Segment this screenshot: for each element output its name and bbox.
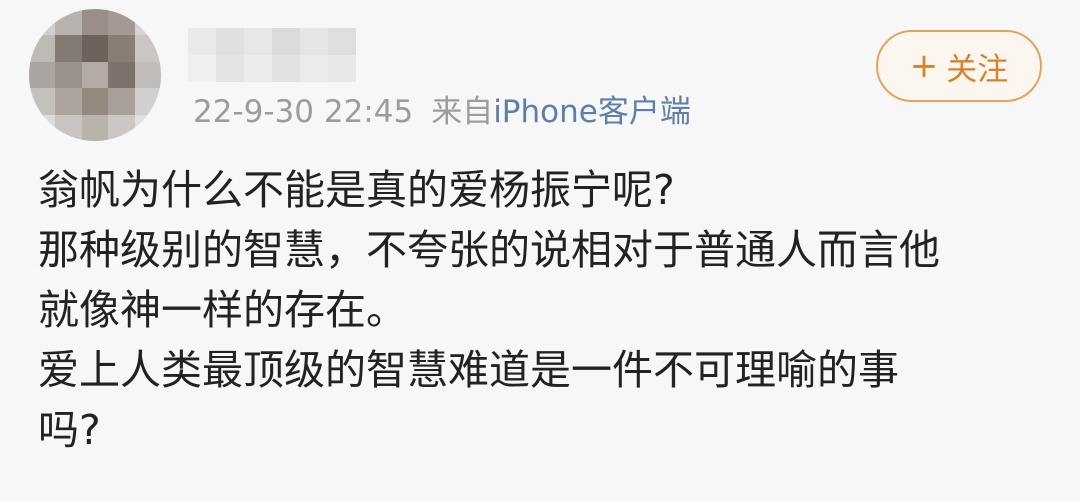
- content-line: 翁帆为什么不能是真的爱杨振宁呢?: [38, 166, 675, 214]
- plus-icon: +: [909, 46, 939, 86]
- source-prefix: 来自: [431, 94, 494, 130]
- content-line: 就像神一样的存在。: [38, 286, 407, 334]
- username-blurred[interactable]: [188, 28, 356, 82]
- post-content: 翁帆为什么不能是真的爱杨振宁呢? 那种级别的智慧，不夸张的说相对于普通人而言他 …: [38, 160, 1048, 460]
- post-meta: 22-9-30 22:45 来自iPhone客户端: [193, 90, 691, 134]
- source-app-link[interactable]: iPhone客户端: [493, 94, 691, 130]
- user-avatar[interactable]: [29, 9, 161, 141]
- follow-button[interactable]: + 关注: [876, 30, 1042, 102]
- content-line: 吗?: [38, 406, 101, 454]
- content-line: 爱上人类最顶级的智慧难道是一件不可理喻的事: [38, 346, 899, 394]
- follow-button-label: 关注: [946, 51, 1009, 88]
- content-line: 那种级别的智慧，不夸张的说相对于普通人而言他: [38, 226, 940, 274]
- weibo-post: 22-9-30 22:45 来自iPhone客户端 + 关注 翁帆为什么不能是真的…: [0, 0, 1080, 501]
- post-timestamp: 22-9-30 22:45: [193, 94, 414, 130]
